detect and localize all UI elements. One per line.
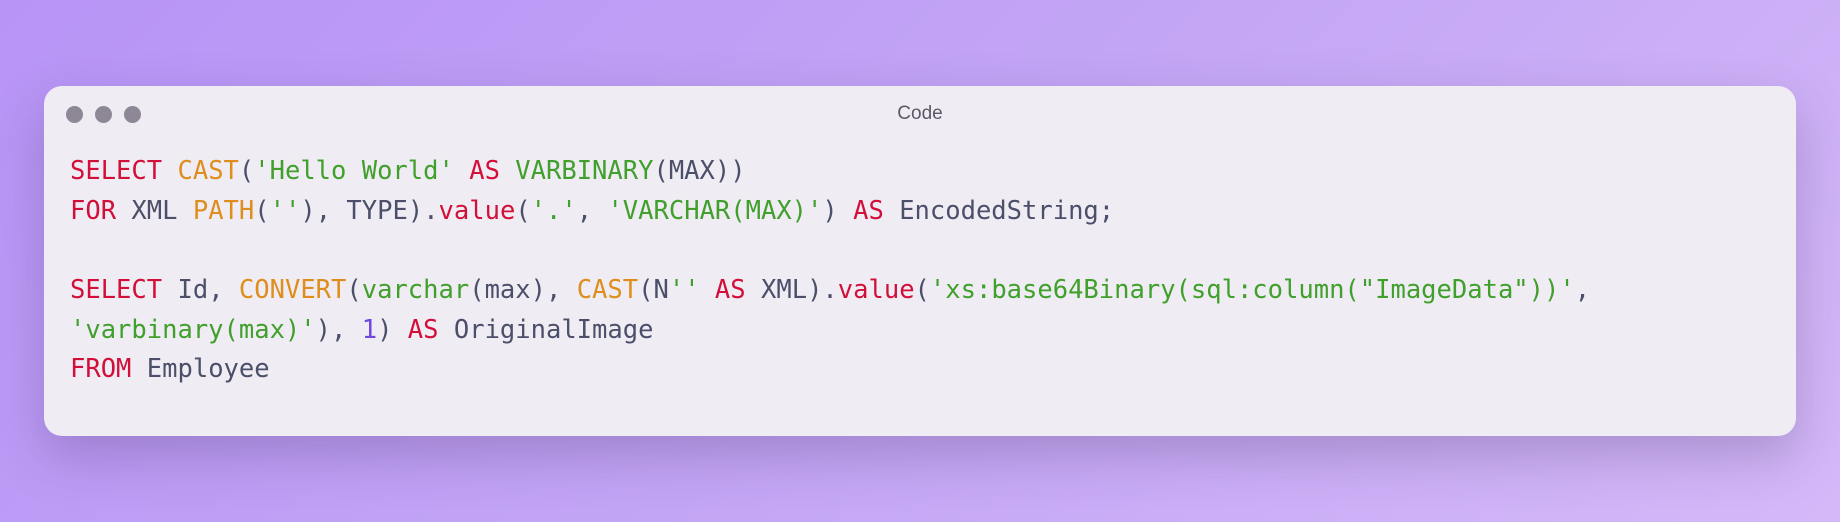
code-token: VARBINARY xyxy=(515,156,653,186)
code-token: EncodedString xyxy=(899,196,1099,226)
titlebar: Code xyxy=(44,86,1796,142)
code-token xyxy=(700,275,715,305)
code-token: CAST xyxy=(577,275,638,305)
code-token: . xyxy=(822,275,837,305)
code-token xyxy=(131,354,146,384)
code-token: 1 xyxy=(362,315,377,345)
code-token: , xyxy=(208,275,239,305)
code-token: )) xyxy=(715,156,746,186)
code-token: ( xyxy=(254,196,269,226)
code-token: ) xyxy=(377,315,408,345)
code-token: '' xyxy=(270,196,301,226)
code-token: 'Hello World' xyxy=(254,156,454,186)
code-token: XML xyxy=(131,196,177,226)
code-token: ) xyxy=(408,196,423,226)
code-token: value xyxy=(838,275,915,305)
code-token: ( xyxy=(638,275,653,305)
code-token: '' xyxy=(669,275,700,305)
code-token: CONVERT xyxy=(239,275,346,305)
code-token: ), xyxy=(316,315,362,345)
code-token: ) xyxy=(807,275,822,305)
code-token: ), xyxy=(531,275,577,305)
code-token: AS xyxy=(853,196,884,226)
code-token: '.' xyxy=(531,196,577,226)
code-token: CAST xyxy=(177,156,238,186)
code-token: . xyxy=(423,196,438,226)
code-token: ( xyxy=(915,275,930,305)
window-title: Code xyxy=(44,103,1796,125)
maximize-icon[interactable] xyxy=(124,106,141,123)
code-token: ( xyxy=(239,156,254,186)
code-token: ), xyxy=(300,196,346,226)
code-token: AS xyxy=(408,315,439,345)
code-token: 'xs:base64Binary(sql:column("ImageData")… xyxy=(930,275,1575,305)
code-token xyxy=(439,315,454,345)
code-token xyxy=(162,275,177,305)
code-token: AS xyxy=(469,156,500,186)
code-token: 'varbinary(max)' xyxy=(70,315,316,345)
code-content[interactable]: SELECT CAST('Hello World' AS VARBINARY(M… xyxy=(44,142,1796,435)
code-token xyxy=(884,196,899,226)
code-token: OriginalImage xyxy=(454,315,654,345)
traffic-lights xyxy=(66,106,141,123)
code-token: N xyxy=(653,275,668,305)
code-token xyxy=(746,275,761,305)
code-token: value xyxy=(439,196,516,226)
code-token: ; xyxy=(1099,196,1114,226)
minimize-icon[interactable] xyxy=(95,106,112,123)
code-token: varchar xyxy=(362,275,469,305)
code-token: FOR xyxy=(70,196,116,226)
code-token: ( xyxy=(346,275,361,305)
code-token: PATH xyxy=(193,196,254,226)
code-window: Code SELECT CAST('Hello World' AS VARBIN… xyxy=(44,86,1796,435)
code-token: SELECT xyxy=(70,156,162,186)
close-icon[interactable] xyxy=(66,106,83,123)
code-token: Id xyxy=(177,275,208,305)
code-token: AS xyxy=(715,275,746,305)
code-token xyxy=(162,156,177,186)
code-token: ( xyxy=(653,156,668,186)
code-token: ( xyxy=(469,275,484,305)
code-token: XML xyxy=(761,275,807,305)
code-token xyxy=(177,196,192,226)
code-token: TYPE xyxy=(346,196,407,226)
code-token: Employee xyxy=(147,354,270,384)
code-token: ( xyxy=(515,196,530,226)
code-token: SELECT xyxy=(70,275,162,305)
code-token xyxy=(116,196,131,226)
code-token: , xyxy=(577,196,608,226)
code-token xyxy=(454,156,469,186)
code-token: , xyxy=(1575,275,1606,305)
code-token: 'VARCHAR(MAX)' xyxy=(607,196,822,226)
code-token: ) xyxy=(822,196,853,226)
code-token xyxy=(500,156,515,186)
code-token: FROM xyxy=(70,354,131,384)
code-token: max xyxy=(485,275,531,305)
code-token: MAX xyxy=(669,156,715,186)
